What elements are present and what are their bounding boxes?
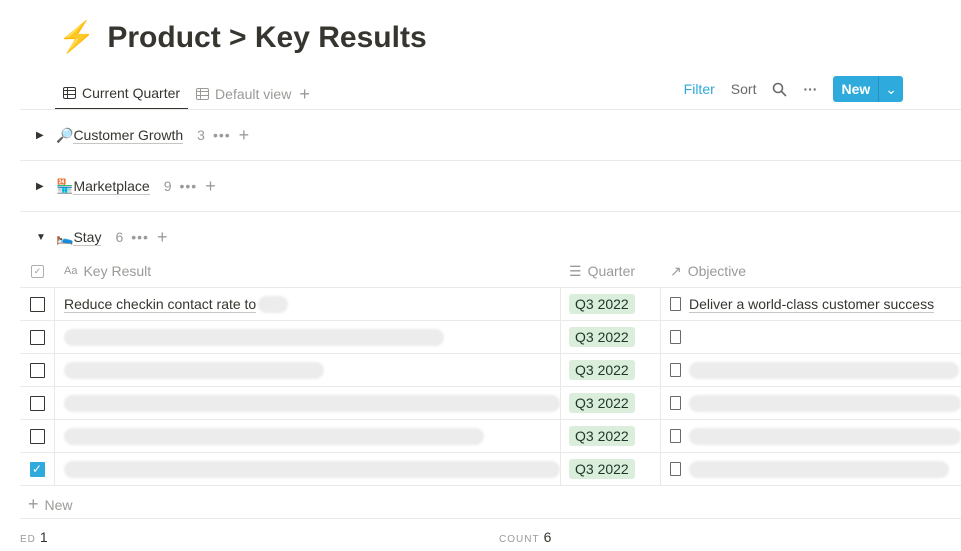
checked-summary[interactable]: ED 1 (20, 529, 48, 545)
checkbox[interactable] (29, 428, 45, 444)
divider (20, 211, 961, 212)
objective-link[interactable]: Deliver a world-class customer success (689, 296, 935, 313)
redacted-text (689, 427, 961, 445)
page-icon (670, 462, 681, 476)
lightning-icon: ⚡ (58, 21, 96, 54)
more-icon[interactable]: ••• (180, 178, 198, 194)
quarter-tag[interactable]: Q3 2022 (569, 459, 635, 479)
quarter-tag[interactable]: Q3 2022 (569, 360, 635, 380)
redacted-text (64, 328, 444, 346)
redacted-text (64, 427, 484, 445)
add-icon[interactable]: + (205, 176, 216, 197)
group-marketplace[interactable]: ▶ 🏪 Marketplace 9 ••• + (36, 174, 216, 198)
triangle-right-icon[interactable]: ▶ (36, 130, 48, 141)
page-icon (670, 363, 681, 377)
table-header: ✓ Aa Key Result ☰ Quarter ↗ Objective (20, 255, 961, 288)
view-tabs: Current Quarter Default view + (55, 78, 310, 110)
table-row[interactable]: Q3 2022 (20, 321, 961, 354)
search-icon[interactable] (772, 82, 788, 97)
page-icon (670, 330, 681, 344)
page-icon (670, 297, 681, 311)
table-row[interactable]: Q3 2022 (20, 420, 961, 453)
checkbox[interactable] (29, 296, 45, 312)
page-icon (670, 396, 681, 410)
filter-button[interactable]: Filter (684, 81, 715, 97)
table-icon (196, 88, 210, 100)
triangle-down-icon[interactable]: ▼ (36, 232, 48, 243)
redacted-text (64, 460, 560, 478)
page-title: ⚡ Product > Key Results (58, 20, 427, 55)
chevron-down-icon[interactable]: ⌄ (878, 76, 903, 102)
plus-icon: + (28, 494, 39, 514)
table-icon (63, 87, 76, 99)
page-icon (670, 429, 681, 443)
table-row[interactable]: ✓ Q3 2022 (20, 453, 961, 486)
add-icon[interactable]: + (239, 125, 250, 146)
redacted-text (689, 361, 959, 379)
divider (20, 160, 961, 161)
key-result-title[interactable]: Reduce checkin contact rate to (64, 296, 257, 313)
redacted-text (64, 394, 560, 412)
triangle-right-icon[interactable]: ▶ (36, 181, 48, 192)
more-icon[interactable]: ••• (131, 229, 149, 245)
divider (20, 109, 961, 110)
magnifier-emoji-icon: 🔎 (56, 126, 74, 143)
toolbar: Filter Sort ··· New ⌄ (684, 76, 903, 102)
quarter-tag[interactable]: Q3 2022 (569, 393, 635, 413)
group-stay[interactable]: ▼ 🛌 Stay 6 ••• + (36, 225, 167, 249)
add-row-button[interactable]: + New (28, 494, 73, 515)
quarter-tag[interactable]: Q3 2022 (569, 426, 635, 446)
more-icon[interactable]: ••• (213, 127, 231, 143)
quarter-tag[interactable]: Q3 2022 (569, 294, 635, 314)
bed-emoji-icon: 🛌 (56, 228, 74, 245)
tab-current-quarter[interactable]: Current Quarter (55, 78, 189, 110)
table-row[interactable]: Reduce checkin contact rate to Q3 2022 D… (20, 288, 961, 321)
table-row[interactable]: Q3 2022 (20, 354, 961, 387)
redacted-text (64, 361, 324, 379)
list-icon: ☰ (569, 262, 582, 279)
store-emoji-icon: 🏪 (56, 177, 74, 194)
more-icon[interactable]: ··· (803, 81, 817, 97)
count-summary[interactable]: COUNT 6 (499, 529, 551, 545)
new-button[interactable]: New ⌄ (833, 76, 903, 102)
redacted-text (258, 295, 289, 313)
relation-arrow-icon: ↗ (670, 262, 682, 279)
checkbox[interactable] (29, 362, 45, 378)
add-icon[interactable]: + (157, 227, 168, 248)
checkbox-column-icon: ✓ (31, 264, 44, 278)
redacted-text (689, 460, 949, 478)
group-customer-growth[interactable]: ▶ 🔎 Customer Growth 3 ••• + (36, 123, 249, 147)
checkbox[interactable]: ✓ (29, 461, 45, 477)
redacted-text (689, 394, 961, 412)
quarter-tag[interactable]: Q3 2022 (569, 327, 635, 347)
add-view-icon[interactable]: + (299, 84, 310, 105)
table-row[interactable]: Q3 2022 (20, 387, 961, 420)
divider (20, 518, 961, 519)
checkbox[interactable] (29, 395, 45, 411)
text-type-icon: Aa (64, 265, 78, 277)
checkbox[interactable] (29, 329, 45, 345)
tab-default-view[interactable]: Default view (188, 78, 299, 110)
sort-button[interactable]: Sort (731, 81, 757, 97)
